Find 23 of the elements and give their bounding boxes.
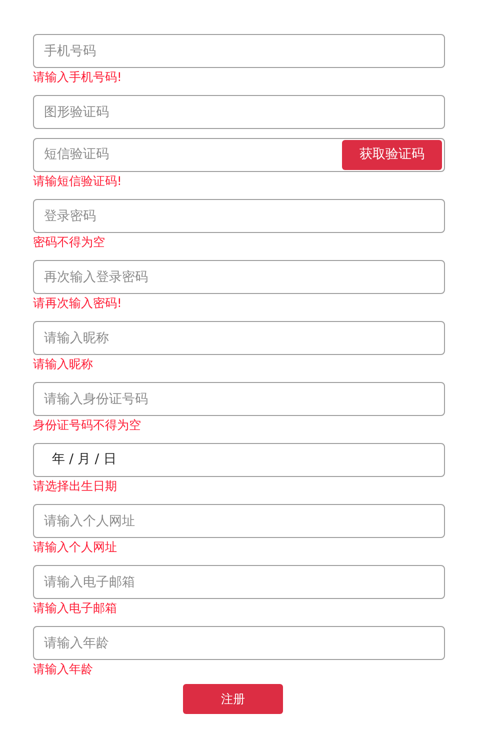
error-message: 身份证号码不得为空 (33, 417, 142, 434)
error-message: 请输入个人网址 (33, 539, 118, 556)
input-field[interactable]: 请输入电子邮箱 (33, 565, 445, 599)
input-field[interactable]: 请输入年龄 (33, 626, 445, 660)
error-message: 请输入年龄 (33, 661, 94, 678)
error-message: 请输入昵称 (33, 356, 94, 373)
input-field[interactable]: 图形验证码 (33, 95, 445, 129)
input-field[interactable]: 再次输入登录密码 (33, 260, 445, 294)
register-button[interactable]: 注册 (183, 684, 283, 714)
input-field[interactable]: 请输入身份证号码 (33, 382, 445, 416)
sms-code-field[interactable]: 短信验证码 获取验证码 (33, 138, 445, 172)
error-message: 密码不得为空 (33, 234, 106, 251)
error-message: 请选择出生日期 (33, 478, 118, 495)
input-field[interactable]: 请输入昵称 (33, 321, 445, 355)
input-field[interactable]: 手机号码 (33, 34, 445, 68)
error-message: 请输入手机号码! (33, 69, 123, 86)
get-code-button[interactable]: 获取验证码 (342, 140, 442, 170)
input-field[interactable]: 请输入个人网址 (33, 504, 445, 538)
error-message: 请输入电子邮箱 (33, 600, 118, 617)
error-message: 请输短信验证码! (33, 173, 123, 190)
error-message: 请再次输入密码! (33, 295, 123, 312)
date-field[interactable]: 年 / 月 / 日 (33, 443, 445, 477)
input-field[interactable]: 登录密码 (33, 199, 445, 233)
